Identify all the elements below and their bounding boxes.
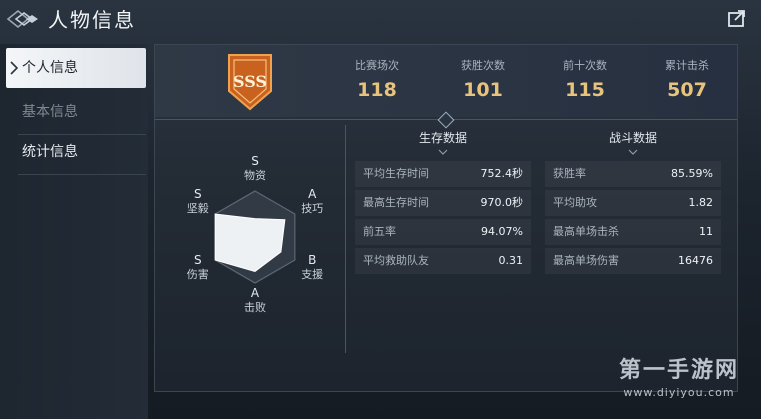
rank-badge: SSS xyxy=(228,54,272,111)
radar-axis-label: 支援 xyxy=(301,267,323,281)
row-value: 94.07% xyxy=(481,225,523,238)
row-label: 平均助攻 xyxy=(553,196,597,209)
chevron-down-icon xyxy=(628,149,638,155)
sidebar-item-stats[interactable]: 统计信息 xyxy=(6,132,146,172)
table-row: 最高生存时间 970.0秒 xyxy=(355,190,531,216)
row-value: 752.4秒 xyxy=(480,167,524,180)
radar-axis-label: 技巧 xyxy=(301,202,323,215)
sidebar-item-label: 个人信息 xyxy=(22,60,78,76)
row-label: 平均生存时间 xyxy=(363,167,429,180)
share-icon[interactable] xyxy=(725,6,749,30)
radar-axis-label: 击败 xyxy=(244,300,266,314)
chevron-down-icon xyxy=(438,149,448,155)
sidebar-item-label: 统计信息 xyxy=(22,144,78,160)
sidebar: 个人信息 基本信息 统计信息 xyxy=(0,44,148,419)
row-value: 11 xyxy=(699,225,713,238)
stat-label: 累计击杀 xyxy=(665,59,709,72)
ability-radar-chart: S物资A技巧B支援A击败S伤害S坚毅 xyxy=(187,154,323,314)
radar-grade: S xyxy=(194,253,202,267)
stat-value: 118 xyxy=(357,79,397,101)
radar-grade: A xyxy=(251,286,260,300)
combat-title: 战斗数据 xyxy=(608,131,657,145)
table-row: 平均生存时间 752.4秒 xyxy=(355,161,531,187)
radar-grade: S xyxy=(194,187,202,201)
watermark-text: 第一手游网 xyxy=(618,358,739,383)
radar-axis-label: 伤害 xyxy=(187,267,209,281)
table-row: 平均助攻 1.82 xyxy=(545,190,721,216)
row-value: 85.59% xyxy=(671,167,713,180)
stat-label: 前十次数 xyxy=(563,59,607,72)
table-row: 获胜率 85.59% xyxy=(545,161,721,187)
emblem-icon xyxy=(6,9,38,29)
radar-grade: B xyxy=(308,253,316,267)
page-title: 人物信息 xyxy=(48,8,136,32)
stat-kills: 累计击杀 507 xyxy=(637,57,737,101)
radar-grade: A xyxy=(308,187,317,201)
watermark: 第一手游网 www.diyiyou.com xyxy=(619,352,739,399)
sidebar-item-label: 基本信息 xyxy=(22,104,78,120)
row-label: 最高单场伤害 xyxy=(553,254,619,267)
stat-top10: 前十次数 115 xyxy=(535,57,635,101)
survival-title: 生存数据 xyxy=(418,131,467,145)
top-bar: 人物信息 xyxy=(0,0,761,38)
row-value: 970.0秒 xyxy=(480,196,524,209)
sidebar-item-basic-info[interactable]: 基本信息 xyxy=(6,92,146,132)
stat-matches: 比赛场次 118 xyxy=(327,57,427,101)
stats-panel: SSS 比赛场次 118 获胜次数 101 前十次数 115 累计击杀 507 … xyxy=(154,44,738,392)
stat-label: 比赛场次 xyxy=(355,59,399,72)
row-value: 1.82 xyxy=(688,196,714,209)
stat-label: 获胜次数 xyxy=(461,59,505,72)
stat-wins: 获胜次数 101 xyxy=(433,57,533,101)
table-row: 前五率 94.07% xyxy=(355,219,531,245)
stat-value: 101 xyxy=(463,79,503,101)
row-value: 16476 xyxy=(678,254,713,267)
stat-value: 115 xyxy=(565,79,605,101)
row-label: 平均救助队友 xyxy=(363,254,429,267)
column-divider xyxy=(345,125,346,353)
row-label: 获胜率 xyxy=(553,167,586,180)
radar-axis-label: 坚毅 xyxy=(187,201,209,215)
watermark-url: www.diyiyou.com xyxy=(623,386,735,399)
row-label: 最高生存时间 xyxy=(363,196,429,209)
row-label: 最高单场击杀 xyxy=(553,225,619,238)
table-row: 最高单场击杀 11 xyxy=(545,219,721,245)
chevron-right-icon xyxy=(10,61,18,75)
table-row: 最高单场伤害 16476 xyxy=(545,248,721,274)
row-label: 前五率 xyxy=(363,225,396,238)
sidebar-item-personal-info[interactable]: 个人信息 xyxy=(6,48,146,88)
table-row: 平均救助队友 0.31 xyxy=(355,248,531,274)
stat-value: 507 xyxy=(667,79,707,101)
radar-axis-label: 物资 xyxy=(244,168,266,182)
sidebar-divider xyxy=(18,174,146,175)
row-value: 0.31 xyxy=(498,254,524,267)
radar-grade: S xyxy=(251,154,259,168)
rank-badge-text: SSS xyxy=(233,72,267,91)
